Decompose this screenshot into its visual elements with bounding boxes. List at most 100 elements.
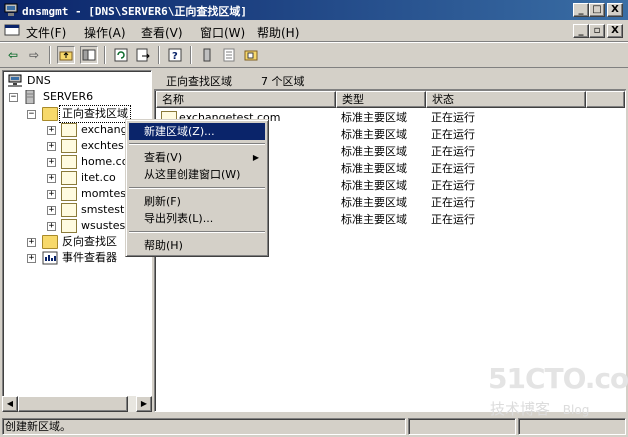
zone-status: 正在运行 [431,145,475,158]
watermark-logo: 51CTO.com [488,362,628,395]
collapse-toggle[interactable]: − [9,93,18,102]
expand-toggle[interactable]: + [47,222,56,231]
menu-item-refresh[interactable]: 刷新(F) [129,193,265,210]
tree-horizontal-scrollbar[interactable]: ◀ ▶ [2,396,152,412]
tree-label-reverse-lookup-zones: 反向查找区 [62,235,117,248]
tree-label-zone: home.co [81,155,129,168]
expand-toggle[interactable]: + [47,142,56,151]
scroll-thumb[interactable] [18,396,128,412]
collapse-toggle[interactable]: − [27,110,36,119]
toolbar-separator [104,46,106,64]
zone-icon [61,123,77,137]
menu-view[interactable]: 查看(V) [141,24,183,41]
zone-type: 标准主要区域 [341,145,407,158]
forward-arrow-icon[interactable]: ⇨ [25,46,43,64]
zone-icon[interactable] [220,46,238,64]
expand-toggle[interactable]: + [47,206,56,215]
server-icon[interactable] [198,46,216,64]
zone-icon [61,203,77,217]
expand-toggle[interactable]: + [47,174,56,183]
back-arrow-icon[interactable]: ⇦ [4,46,22,64]
zone-type: 标准主要区域 [341,196,407,209]
zone-icon [61,155,77,169]
context-menu: 新建区域(Z)... 查看(V) ▶ 从这里创建窗口(W) 刷新(F) 导出列表… [125,119,269,257]
export-list-icon[interactable] [134,46,152,64]
menu-bar: 文件(F) 操作(A) 查看(V) 窗口(W) 帮助(H) _ ▫ X [0,20,628,42]
tree-label-zone: wsustes [81,219,126,232]
menu-file[interactable]: 文件(F) [26,24,66,41]
svg-text:?: ? [172,51,178,62]
refresh-icon[interactable] [112,46,130,64]
toolbar: ⇦ ⇨ ? [0,42,628,68]
scroll-right-icon[interactable]: ▶ [136,396,152,412]
zone-type: 标准主要区域 [341,128,407,141]
child-minimize-button[interactable]: _ [573,24,589,38]
menu-item-export-list[interactable]: 导出列表(L)... [129,210,265,227]
column-header-type[interactable]: 类型 [336,91,426,108]
maximize-button[interactable]: □ [589,3,605,17]
result-pane-header: 正向查找区域 7 个区域 [154,70,626,90]
title-bar[interactable]: dnsmgmt - [DNS\SERVER6\正向查找区域] _ □ X [0,0,628,20]
dns-root-icon [7,74,23,93]
menu-item-view-label: 查看(V) [144,151,183,164]
tree-label-zone: itet.co [81,171,116,184]
menu-item-new-window[interactable]: 从这里创建窗口(W) [129,166,265,183]
up-folder-icon[interactable] [57,46,75,64]
status-text: 创建新区域。 [2,418,406,435]
zone-status: 正在运行 [431,179,475,192]
tree-label-dns: DNS [27,74,51,87]
result-pane-title: 正向查找区域 [166,75,232,88]
zone-status: 正在运行 [431,111,475,124]
console-icon[interactable] [4,23,20,39]
menu-item-new-zone[interactable]: 新建区域(Z)... [129,123,265,140]
child-close-button[interactable]: X [607,24,623,38]
zone-status: 正在运行 [431,162,475,175]
minimize-button[interactable]: _ [573,3,589,17]
expand-toggle[interactable]: + [47,190,56,199]
zone-icon [61,219,77,233]
column-header-name[interactable]: 名称 [156,91,336,108]
toolbar-separator [49,46,51,64]
expand-toggle[interactable]: + [47,158,56,167]
zone-count: 7 个区域 [261,75,305,88]
menu-item-help[interactable]: 帮助(H) [129,237,265,254]
domain-icon[interactable] [242,46,260,64]
toolbar-separator [158,46,160,64]
zone-type: 标准主要区域 [341,213,407,226]
column-header-filler [586,91,625,108]
zone-icon [61,187,77,201]
folder-open-icon [42,107,58,121]
window-title: dnsmgmt - [DNS\SERVER6\正向查找区域] [22,5,247,18]
menu-window[interactable]: 窗口(W) [200,24,245,41]
dns-app-icon [3,2,19,18]
menu-action[interactable]: 操作(A) [84,24,126,41]
expand-toggle[interactable]: + [27,254,36,263]
expand-toggle[interactable]: + [47,126,56,135]
event-viewer-icon [42,251,58,270]
expand-toggle[interactable]: + [27,238,36,247]
zone-status: 正在运行 [431,128,475,141]
server-icon [23,89,37,109]
zone-icon [61,171,77,185]
status-panel [408,418,516,435]
tree-label-forward-lookup-zones: 正向查找区域 [59,105,131,123]
zone-type: 标准主要区域 [341,162,407,175]
menu-help[interactable]: 帮助(H) [257,24,299,41]
child-restore-button[interactable]: ▫ [589,24,605,38]
zone-status: 正在运行 [431,196,475,209]
watermark-blog: Blog [562,403,590,417]
status-bar: 创建新区域。 [0,416,628,437]
submenu-arrow-icon: ▶ [252,153,259,162]
menu-separator [129,143,265,145]
scroll-left-icon[interactable]: ◀ [2,396,18,412]
toolbar-separator [190,46,192,64]
help-icon[interactable]: ? [166,46,184,64]
show-hide-tree-icon[interactable] [80,46,98,64]
column-header-status[interactable]: 状态 [426,91,586,108]
tree-label-zone: smstest [81,203,125,216]
menu-item-view[interactable]: 查看(V) ▶ [129,149,265,166]
status-panel [518,418,626,435]
close-button[interactable]: X [607,3,623,17]
folder-icon [42,235,58,249]
menu-separator [129,231,265,233]
